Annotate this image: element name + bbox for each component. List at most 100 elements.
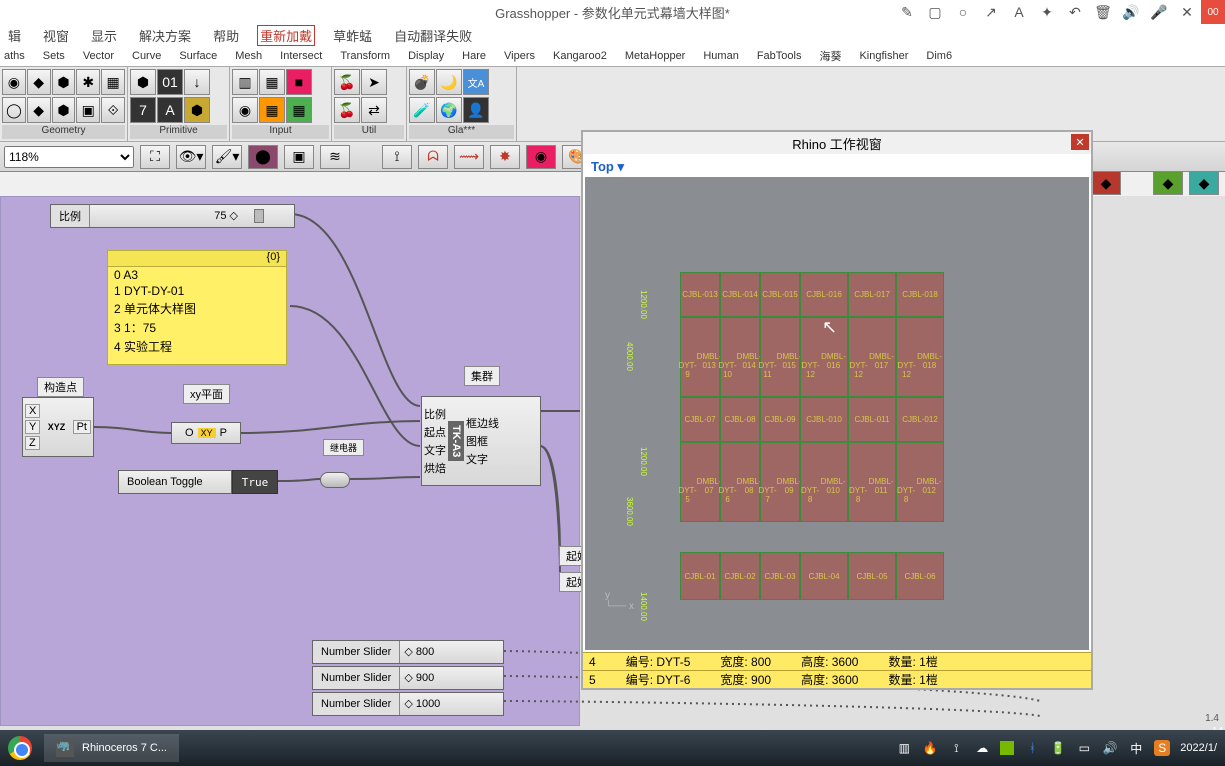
util-btn-2[interactable]: ➤ [361,69,387,95]
prim-btn-5[interactable]: A [157,97,183,123]
close-icon[interactable]: ✕ [1173,0,1201,24]
rhino-close-icon[interactable]: ✕ [1071,134,1089,150]
tray-bluetooth-icon[interactable]: ᚼ [1024,740,1040,756]
sound-icon[interactable]: 🔊 [1117,0,1145,24]
tab-transform[interactable]: Transform [340,50,390,62]
menu-extra1[interactable]: 草蚱蜢 [329,26,376,45]
tab-surface[interactable]: Surface [179,50,217,62]
input-btn-3[interactable]: ■ [286,69,312,95]
tab-vipers[interactable]: Vipers [504,50,535,62]
prim-btn-6[interactable]: ⬢ [184,97,210,123]
tab-maths[interactable]: aths [4,50,25,62]
tab-kangaroo[interactable]: Kangaroo2 [553,50,607,62]
menu-solution[interactable]: 解决方案 [135,26,195,45]
menu-display[interactable]: 显示 [87,26,121,45]
menu-translate[interactable]: 自动翻译失败 [390,26,476,45]
menu-edit[interactable]: 辑 [4,26,25,45]
geom-btn-1[interactable]: ◉ [2,69,26,95]
tab-vector[interactable]: Vector [83,50,114,62]
relay-component[interactable] [320,472,350,488]
tray-sogou-icon[interactable]: S [1154,740,1170,756]
chrome-taskbar-icon[interactable] [0,730,40,766]
rhino-view-name[interactable]: Top ▾ [591,159,624,175]
util-btn-1[interactable]: 🍒 [334,69,360,95]
input-btn-2[interactable]: ▦ [259,69,285,95]
undo-icon[interactable]: ↶ [1061,0,1089,24]
number-slider-2[interactable]: Number Slider◇ 900 [312,666,504,690]
menu-help[interactable]: 帮助 [209,26,243,45]
rhino-viewport-window[interactable]: Rhino 工作视窗 ✕ Top ▾ 1200.00 4000.00 1200.… [581,130,1093,690]
geom-btn-2[interactable]: ◆ [27,69,51,95]
tray-nvidia-icon[interactable] [1000,741,1014,755]
tab-fabtools[interactable]: FabTools [757,50,802,62]
input-btn-5[interactable]: ▦ [259,97,285,123]
tab-metahopper[interactable]: MetaHopper [625,50,686,62]
input-btn-1[interactable]: ▥ [232,69,258,95]
tab-sets[interactable]: Sets [43,50,65,62]
geom-btn-4[interactable]: ✱ [76,69,100,95]
tray-date[interactable]: 2022/1/ [1180,742,1217,754]
number-slider-1[interactable]: Number Slider◇ 800 [312,640,504,664]
geom-btn-9[interactable]: ▣ [76,97,100,123]
green-obj-icon[interactable]: ◆ [1153,171,1183,195]
tab-human[interactable]: Human [703,50,738,62]
gla-btn-2[interactable]: 🌙 [436,69,462,95]
edit-icon[interactable]: ✎ [893,0,921,24]
windows-taskbar[interactable]: 🦏 Rhinoceros 7 C... ▥ 🔥 ⟟ ☁ ᚼ 🔋 ▭ 🔊 中 S … [0,730,1225,766]
util-btn-4[interactable]: ⇄ [361,97,387,123]
text-panel[interactable]: {0} 0 A3 1 DYT-DY-01 2 单元体大样图 3 1：75 4 实… [107,250,287,365]
input-btn-6[interactable]: ▦ [286,97,312,123]
record-badge[interactable]: 00 [1201,0,1225,24]
text-icon[interactable]: A [1005,0,1033,24]
xy-plane-component[interactable]: O XY P [171,422,241,444]
blob-icon[interactable]: ⬤ [248,145,278,169]
magic-icon[interactable]: ✦ [1033,0,1061,24]
construct-point-component[interactable]: X Y Z XYZ Pt [22,397,94,457]
geom-btn-8[interactable]: ⬢ [52,97,76,123]
target-icon[interactable]: ◉ [526,145,556,169]
tab-dim6[interactable]: Dim6 [926,50,952,62]
mic-icon[interactable]: 🎤 [1145,0,1173,24]
geom-btn-6[interactable]: ◯ [2,97,26,123]
gla-btn-6[interactable]: 👤 [463,97,489,123]
tray-battery-icon[interactable]: 🔋 [1050,740,1066,756]
teal-obj-icon[interactable]: ◆ [1189,171,1219,195]
menu-window[interactable]: 视窗 [39,26,73,45]
rhino-viewport[interactable]: 1200.00 4000.00 1200.00 3600.00 1400.00 … [585,177,1089,650]
square-icon[interactable]: ▢ [921,0,949,24]
circle-icon[interactable]: ○ [949,0,977,24]
cluster-component[interactable]: 比例 起点 文字 烘焙 TK-A3 框边线 图框 文字 [421,396,541,486]
prim-btn-3[interactable]: ↓ [184,69,210,95]
tab-intersect[interactable]: Intersect [280,50,322,62]
tray-icon-4[interactable]: ☁ [974,740,990,756]
tray-icon-3[interactable]: ⟟ [948,740,964,756]
path-icon[interactable]: ⟿ [454,145,484,169]
util-btn-3[interactable]: 🍒 [334,97,360,123]
gla-btn-5[interactable]: 🌍 [436,97,462,123]
tray-network-icon[interactable]: ▭ [1076,740,1092,756]
prim-btn-4[interactable]: 7 [130,97,156,123]
gla-btn-1[interactable]: 💣 [409,69,435,95]
flame-icon[interactable]: ᗣ [418,145,448,169]
layer-icon[interactable]: ▣ [284,145,314,169]
tab-anemone[interactable]: 海葵 [819,48,841,64]
zoom-select[interactable]: 118% [4,146,134,168]
tab-display[interactable]: Display [408,50,444,62]
view-icon[interactable]: 👁▾ [176,145,206,169]
rhino-title[interactable]: Rhino 工作视窗 ✕ [583,132,1091,154]
geom-btn-10[interactable]: ⟐ [101,97,125,123]
compass-icon[interactable]: ⟟ [382,145,412,169]
zoomfit-icon[interactable]: ⛶ [140,145,170,169]
wave-icon[interactable]: ≋ [320,145,350,169]
geom-btn-7[interactable]: ◆ [27,97,51,123]
sketch-icon[interactable]: 🖌▾ [212,145,242,169]
number-slider-3[interactable]: Number Slider◇ 1000 [312,692,504,716]
system-tray[interactable]: ▥ 🔥 ⟟ ☁ ᚼ 🔋 ▭ 🔊 中 S 2022/1/ [896,740,1225,756]
arrow-icon[interactable]: ↗ [977,0,1005,24]
tab-hare[interactable]: Hare [462,50,486,62]
prim-btn-1[interactable]: ⬢ [130,69,156,95]
menu-reload[interactable]: 重新加戴 [257,25,315,46]
geom-btn-3[interactable]: ⬢ [52,69,76,95]
red-cube-icon[interactable]: ◆ [1091,171,1121,195]
boolean-toggle[interactable]: Boolean Toggle True [118,470,278,494]
